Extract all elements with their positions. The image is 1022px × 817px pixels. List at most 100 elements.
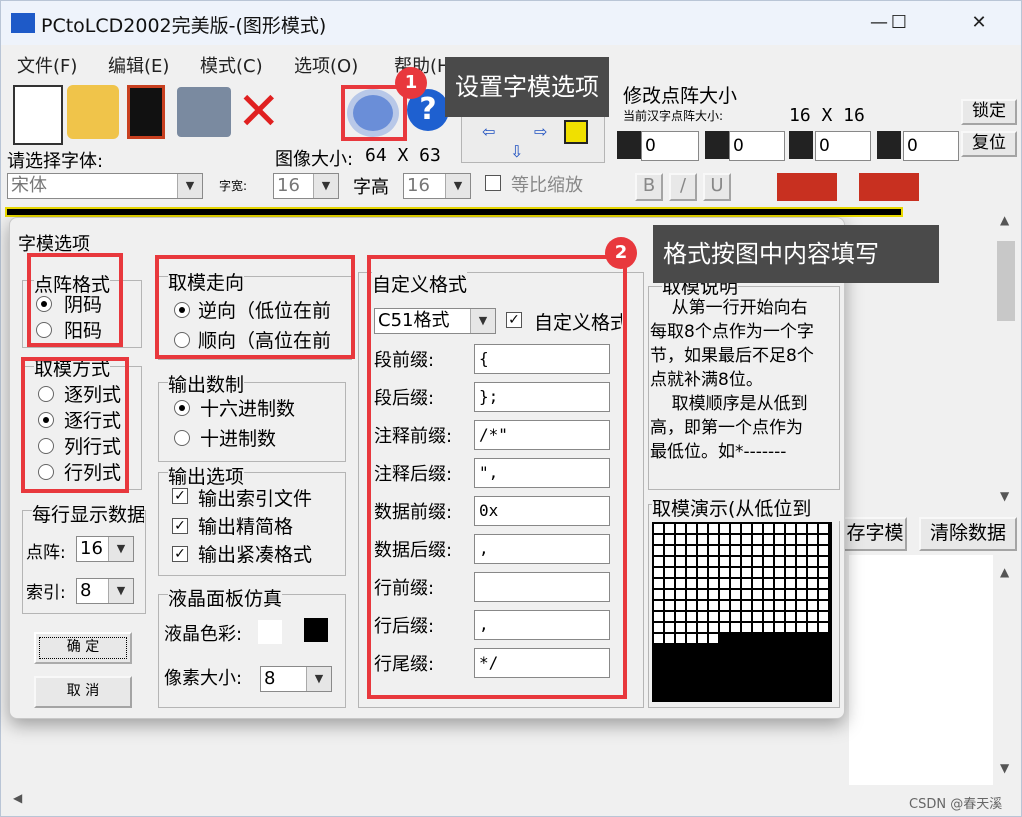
cancel-button[interactable]: 取 消 xyxy=(34,676,132,708)
height-select[interactable]: 16 ▼ xyxy=(403,173,471,199)
image-size-value: 64 X 63 xyxy=(365,145,441,166)
demo-cell xyxy=(786,623,795,632)
bold-button[interactable]: B xyxy=(635,173,663,201)
lcd-bg-swatch[interactable] xyxy=(258,620,282,644)
demo-cell xyxy=(665,601,674,610)
scroll-up-icon[interactable]: ▲ xyxy=(1000,213,1009,227)
option-tight: 输出紧凑格式 xyxy=(198,544,313,566)
demo-cell xyxy=(676,590,685,599)
demo-cell xyxy=(720,535,729,544)
demo-cell xyxy=(687,579,696,588)
demo-cell xyxy=(665,557,674,566)
clear-data-button[interactable]: 清除数据 xyxy=(919,517,1017,551)
arrow-down-icon[interactable]: ⇩ xyxy=(510,142,523,161)
dots-label: 点阵: xyxy=(26,543,66,563)
flip-horizontal-icon[interactable] xyxy=(777,173,837,201)
save-font-button[interactable]: 存字模 xyxy=(843,517,907,551)
demo-cell xyxy=(797,601,806,610)
spinner-top[interactable]: 0 xyxy=(729,131,785,161)
menu-options[interactable]: 选项(O) xyxy=(294,52,358,78)
demo-cell xyxy=(753,579,762,588)
close-button[interactable]: ✕ xyxy=(957,7,1001,39)
pixel-size-select[interactable]: 8 ▼ xyxy=(260,666,332,692)
proportional-checkbox[interactable] xyxy=(485,175,501,191)
italic-button[interactable]: / xyxy=(669,173,697,201)
chevron-down-icon: ▼ xyxy=(445,174,470,198)
bottom-edge-icon[interactable] xyxy=(877,131,901,159)
maximize-button[interactable]: ☐ xyxy=(877,7,921,39)
right-edge-icon[interactable] xyxy=(789,131,813,159)
demo-cell xyxy=(786,546,795,555)
delete-icon[interactable]: ✕ xyxy=(237,85,281,139)
demo-cell xyxy=(654,524,663,533)
underline-button[interactable]: U xyxy=(703,173,731,201)
center-icon[interactable] xyxy=(564,120,588,144)
compact-checkbox[interactable]: ✓ xyxy=(172,518,188,534)
demo-cell xyxy=(720,579,729,588)
demo-cell xyxy=(731,535,740,544)
menu-file[interactable]: 文件(F) xyxy=(17,52,77,78)
tooltip-1: 设置字模选项 xyxy=(445,57,609,117)
tight-checkbox[interactable]: ✓ xyxy=(172,546,188,562)
demo-cell xyxy=(709,579,718,588)
spinner-right[interactable]: 0 xyxy=(815,131,871,161)
demo-cell xyxy=(764,557,773,566)
highlight-gear xyxy=(341,85,407,141)
height-select-value: 16 xyxy=(407,175,430,196)
output-scrollbar[interactable]: ▲ ▼ xyxy=(993,561,1019,783)
width-select[interactable]: 16 ▼ xyxy=(273,173,339,199)
demo-cell xyxy=(819,557,828,566)
index-file-checkbox[interactable]: ✓ xyxy=(172,488,188,504)
window-title: PCtoLCD2002完美版-(图形模式) xyxy=(41,15,327,37)
demo-cell xyxy=(654,623,663,632)
demo-cell xyxy=(786,557,795,566)
ok-button[interactable]: 确 定 xyxy=(34,632,132,664)
lcd-fg-swatch[interactable] xyxy=(304,618,328,642)
save-as-icon[interactable] xyxy=(177,87,231,137)
demo-cell xyxy=(797,568,806,577)
vertical-scrollbar[interactable]: ▲ ▼ xyxy=(993,207,1019,509)
demo-cell xyxy=(764,579,773,588)
height-label: 字高 xyxy=(353,177,389,198)
matrix-sublabel: 当前汉字点阵大小: xyxy=(623,109,724,123)
proportional-label: 等比缩放 xyxy=(511,175,583,196)
dots-select[interactable]: 16 ▼ xyxy=(76,536,134,562)
editor-canvas[interactable] xyxy=(5,207,903,217)
highlight-direction xyxy=(155,255,355,359)
demo-cell xyxy=(775,557,784,566)
spinner-bottom[interactable]: 0 xyxy=(903,131,959,161)
top-edge-icon[interactable] xyxy=(705,131,729,159)
arrow-left-icon[interactable]: ⇦ xyxy=(482,122,495,141)
scroll-down-icon[interactable]: ▼ xyxy=(1000,489,1009,503)
output-area[interactable] xyxy=(849,555,993,785)
demo-cell xyxy=(676,568,685,577)
arrow-right-icon[interactable]: ⇨ xyxy=(534,122,547,141)
width-label: 字宽: xyxy=(219,179,248,193)
open-folder-icon[interactable] xyxy=(67,85,119,139)
scroll-down-icon[interactable]: ▼ xyxy=(1000,761,1009,775)
font-select[interactable]: 宋体 ▼ xyxy=(7,173,203,199)
reset-button[interactable]: 复位 xyxy=(961,131,1017,157)
menu-mode[interactable]: 模式(C) xyxy=(200,52,263,78)
index-select[interactable]: 8 ▼ xyxy=(76,578,134,604)
demo-cell xyxy=(731,590,740,599)
left-edge-icon[interactable] xyxy=(617,131,641,159)
demo-cell xyxy=(797,546,806,555)
demo-cell xyxy=(665,546,674,555)
radio-decimal[interactable] xyxy=(174,430,190,446)
number-base-title: 输出数制 xyxy=(168,370,245,397)
demo-cell xyxy=(742,535,751,544)
horizontal-scrollbar[interactable]: ◀ xyxy=(1,787,993,813)
scroll-left-icon[interactable]: ◀ xyxy=(13,791,22,805)
per-line-title: 每行显示数据 xyxy=(32,500,144,527)
flip-vertical-icon[interactable] xyxy=(859,173,919,201)
spinner-left[interactable]: 0 xyxy=(641,131,699,161)
save-icon[interactable] xyxy=(127,85,165,139)
scroll-up-icon[interactable]: ▲ xyxy=(1000,565,1009,579)
menu-edit[interactable]: 编辑(E) xyxy=(108,52,169,78)
lock-button[interactable]: 锁定 xyxy=(961,99,1017,125)
radio-hex[interactable] xyxy=(174,400,190,416)
scroll-thumb[interactable] xyxy=(997,241,1015,321)
demo-cell xyxy=(775,612,784,621)
new-file-icon[interactable] xyxy=(13,85,63,145)
